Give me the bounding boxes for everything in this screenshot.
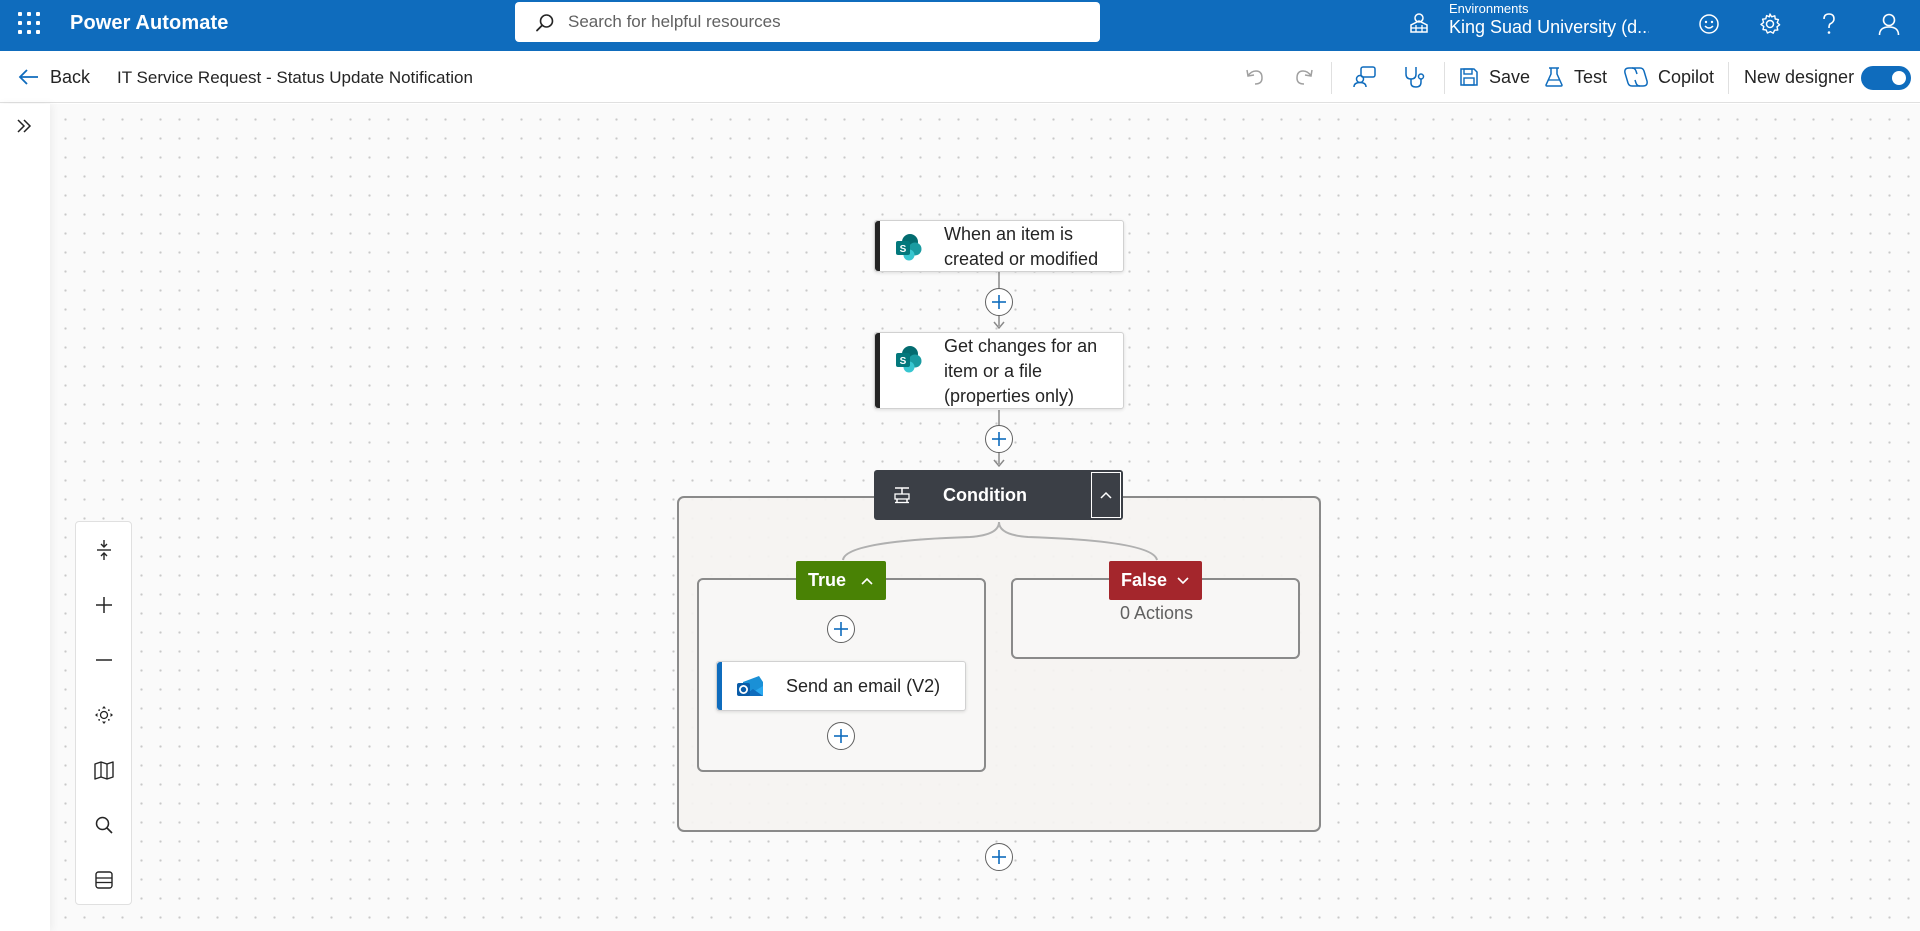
- true-branch-tag[interactable]: True: [796, 561, 886, 600]
- collapse-button[interactable]: [1091, 472, 1121, 518]
- add-step-button[interactable]: [827, 615, 855, 643]
- plus-icon: [992, 850, 1006, 864]
- chevron-down-icon[interactable]: [1176, 576, 1190, 586]
- false-actions-count: 0 Actions: [1120, 603, 1194, 623]
- branch-connectors: [842, 521, 1158, 561]
- false-branch-label: False: [1121, 570, 1168, 590]
- add-step-button[interactable]: [827, 722, 855, 750]
- send-email-title: Send an email (V2): [786, 676, 941, 696]
- condition-card[interactable]: Condition: [874, 470, 1123, 520]
- send-email-card[interactable]: Send an email (V2): [716, 661, 966, 711]
- add-step-button[interactable]: [985, 843, 1013, 871]
- chevron-up-icon: [1100, 491, 1112, 499]
- plus-icon: [834, 622, 848, 636]
- condition-icon: [894, 487, 910, 504]
- condition-label: Condition: [943, 485, 1027, 505]
- chevron-up-icon[interactable]: [860, 576, 874, 586]
- outlook-icon: [737, 676, 763, 696]
- plus-icon: [834, 729, 848, 743]
- true-branch-label: True: [808, 570, 847, 590]
- false-branch-tag[interactable]: False: [1109, 561, 1202, 600]
